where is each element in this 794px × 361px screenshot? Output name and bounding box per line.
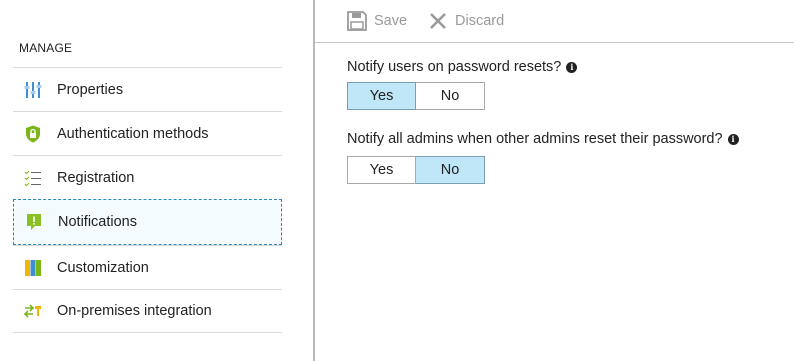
notify-users-toggle: Yes No — [347, 82, 485, 110]
notify-users-yes-option[interactable]: Yes — [347, 82, 416, 110]
sidebar-item-label: Notifications — [58, 214, 137, 230]
sidebar-item-notifications[interactable]: Notifications — [13, 199, 282, 245]
notification-icon — [25, 213, 43, 231]
question-text: Notify all admins when other admins rese… — [347, 131, 723, 147]
properties-icon — [24, 81, 42, 99]
sync-icon — [24, 302, 42, 320]
nav-list: Properties Authentication methods Regist… — [13, 67, 282, 333]
sidebar-item-label: On-premises integration — [57, 303, 212, 319]
sidebar-item-registration[interactable]: Registration — [13, 155, 282, 199]
sidebar-item-properties[interactable]: Properties — [13, 67, 282, 111]
command-bar: Save Discard — [315, 0, 794, 43]
save-button[interactable]: Save — [346, 10, 407, 32]
sidebar-item-label: Authentication methods — [57, 125, 209, 142]
sidebar-divider — [313, 0, 315, 361]
shield-lock-icon — [24, 125, 42, 143]
sidebar-item-on-premises-integration[interactable]: On-premises integration — [13, 289, 282, 333]
save-label: Save — [374, 13, 408, 29]
info-icon[interactable]: i — [727, 133, 739, 145]
sidebar-item-customization[interactable]: Customization — [13, 245, 282, 289]
section-label-manage: MANAGE — [19, 41, 73, 55]
discard-label: Discard — [455, 13, 505, 29]
sidebar-item-label: Customization — [57, 259, 149, 276]
question-text: Notify users on password resets? — [347, 59, 562, 75]
setting-notify-users-question: Notify users on password resets? i — [347, 59, 578, 75]
setting-notify-admins-question: Notify all admins when other admins rese… — [347, 131, 739, 147]
close-icon — [427, 10, 449, 32]
checklist-icon — [24, 169, 42, 187]
notify-admins-yes-option[interactable]: Yes — [347, 156, 416, 184]
notify-users-no-option[interactable]: No — [416, 82, 485, 110]
sidebar-item-label: Properties — [57, 81, 124, 98]
info-icon[interactable]: i — [566, 61, 578, 73]
notify-admins-toggle: Yes No — [347, 156, 485, 184]
save-icon — [346, 10, 368, 32]
sidebar: MANAGE Properties Authentication methods… — [0, 0, 313, 361]
notify-admins-no-option[interactable]: No — [416, 156, 485, 184]
sidebar-item-authentication-methods[interactable]: Authentication methods — [13, 111, 282, 155]
discard-button[interactable]: Discard — [427, 10, 504, 32]
customization-icon — [24, 259, 42, 277]
sidebar-item-label: Registration — [57, 169, 135, 186]
